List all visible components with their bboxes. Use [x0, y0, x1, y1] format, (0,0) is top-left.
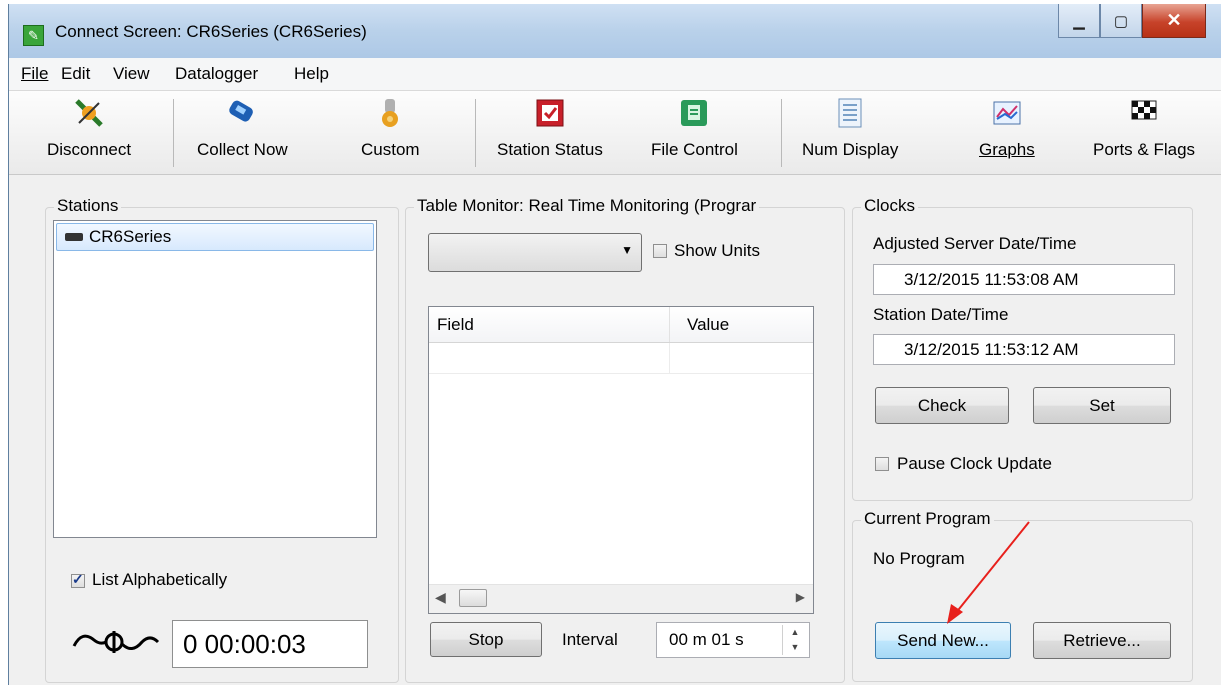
minimize-button[interactable]: ▁ [1058, 4, 1100, 38]
pause-clock-checkbox[interactable] [875, 457, 889, 471]
collect-now-label: Collect Now [197, 140, 288, 159]
check-label: Check [917, 395, 967, 415]
custom-gear-icon [374, 97, 406, 129]
table-monitor-group: Table Monitor: Real Time Monitoring (Pro… [405, 196, 845, 683]
disconnect-label: Disconnect [47, 140, 132, 159]
retrieve-button[interactable]: Retrieve... [1033, 622, 1171, 659]
station-status-label: Station Status [497, 140, 603, 159]
field-value-grid[interactable]: Field Value ◀ ▶ [428, 306, 814, 614]
server-time-field: 3/12/2015 11:53:08 AM [873, 264, 1175, 295]
custom-button[interactable]: Custom [361, 97, 420, 160]
station-item-cr6series[interactable]: CR6Series [56, 223, 374, 251]
collect-now-button[interactable]: Collect Now [197, 97, 288, 160]
interval-value: 00 m 01 s [669, 630, 744, 649]
table-monitor-label: Table Monitor: Real Time Monitoring (Pro… [414, 196, 760, 216]
interval-spinner[interactable]: ▲ ▼ [782, 625, 807, 655]
send-new-button[interactable]: Send New... [875, 622, 1011, 659]
scroll-right-icon[interactable]: ▶ [796, 590, 805, 604]
num-display-button[interactable]: Num Display [802, 97, 898, 160]
file-control-icon [678, 97, 710, 129]
station-time-field: 3/12/2015 11:53:12 AM [873, 334, 1175, 365]
station-time-label: Station Date/Time [873, 305, 1009, 324]
phone-collect-icon [226, 97, 258, 129]
maximize-button[interactable]: ▢ [1100, 4, 1142, 38]
station-status-button[interactable]: Station Status [497, 97, 603, 160]
list-alphabetically-checkbox[interactable] [71, 571, 85, 588]
chevron-down-icon: ▼ [621, 243, 633, 257]
menu-edit[interactable]: Edit [61, 64, 90, 84]
retrieve-label: Retrieve... [1063, 630, 1141, 650]
stop-label: Stop [468, 629, 504, 649]
scroll-left-icon[interactable]: ◀ [435, 589, 446, 606]
checkered-flag-icon [1128, 97, 1160, 129]
menu-datalogger[interactable]: Datalogger [175, 64, 258, 84]
custom-label: Custom [361, 140, 420, 159]
pause-clock-label: Pause Clock Update [897, 454, 1052, 473]
show-units-label: Show Units [674, 241, 760, 260]
graphs-button[interactable]: Graphs [979, 97, 1035, 160]
ports-flags-label: Ports & Flags [1093, 140, 1196, 159]
menu-help[interactable]: Help [294, 64, 329, 84]
num-display-icon [834, 97, 866, 129]
interval-field[interactable]: 00 m 01 s ▲ ▼ [656, 622, 810, 658]
menu-file[interactable]: File [21, 64, 48, 84]
stop-button[interactable]: Stop [430, 622, 542, 657]
toolbar: Disconnect Collect Now Custom Station St… [9, 91, 1221, 175]
station-name: CR6Series [89, 227, 172, 246]
send-new-label: Send New... [897, 630, 989, 650]
table-row[interactable] [429, 343, 813, 374]
graphs-icon [991, 97, 1023, 129]
scroll-thumb[interactable] [459, 589, 487, 607]
grid-header: Field Value [429, 307, 813, 343]
stations-list[interactable]: CR6Series [53, 220, 377, 538]
horizontal-scrollbar[interactable]: ◀ ▶ [429, 584, 813, 613]
title-bar[interactable]: ✎ Connect Screen: CR6Series (CR6Series) … [9, 4, 1221, 58]
stations-label: Stations [54, 196, 122, 216]
num-display-label: Num Display [802, 140, 899, 159]
disconnect-button[interactable]: Disconnect [47, 97, 131, 160]
app-icon: ✎ [23, 25, 44, 46]
server-time-label: Adjusted Server Date/Time [873, 234, 1077, 253]
disconnect-plug-icon [73, 97, 105, 129]
field-column-header[interactable]: Field [437, 315, 474, 335]
clocks-label: Clocks [861, 196, 919, 216]
menu-bar: File Edit View Datalogger Help [9, 58, 1221, 91]
list-alphabetically-label: List Alphabetically [92, 570, 228, 589]
connect-screen-window: ✎ Connect Screen: CR6Series (CR6Series) … [8, 4, 1221, 685]
connection-status-icon [72, 628, 162, 658]
stations-group: Stations CR6Series List Alphabetically 0… [45, 196, 399, 683]
show-units-checkbox[interactable] [653, 244, 667, 258]
menu-view[interactable]: View [113, 64, 150, 84]
table-select-dropdown[interactable]: ▼ [428, 233, 642, 272]
set-label: Set [1089, 395, 1115, 415]
window-title: Connect Screen: CR6Series (CR6Series) [55, 22, 367, 41]
station-status-icon [534, 97, 566, 129]
interval-label: Interval [562, 630, 618, 649]
ports-flags-button[interactable]: Ports & Flags [1093, 97, 1195, 160]
value-column-header[interactable]: Value [687, 315, 729, 335]
connection-timer: 0 00:00:03 [172, 620, 368, 668]
set-button[interactable]: Set [1033, 387, 1171, 424]
graphs-label: Graphs [979, 140, 1035, 159]
file-control-button[interactable]: File Control [651, 97, 738, 160]
close-button[interactable]: ✕ [1142, 4, 1206, 38]
clocks-group: Clocks Adjusted Server Date/Time 3/12/20… [852, 196, 1193, 501]
annotation-arrow [947, 521, 1030, 624]
check-button[interactable]: Check [875, 387, 1009, 424]
datalogger-icon [65, 233, 83, 241]
file-control-label: File Control [651, 140, 738, 159]
